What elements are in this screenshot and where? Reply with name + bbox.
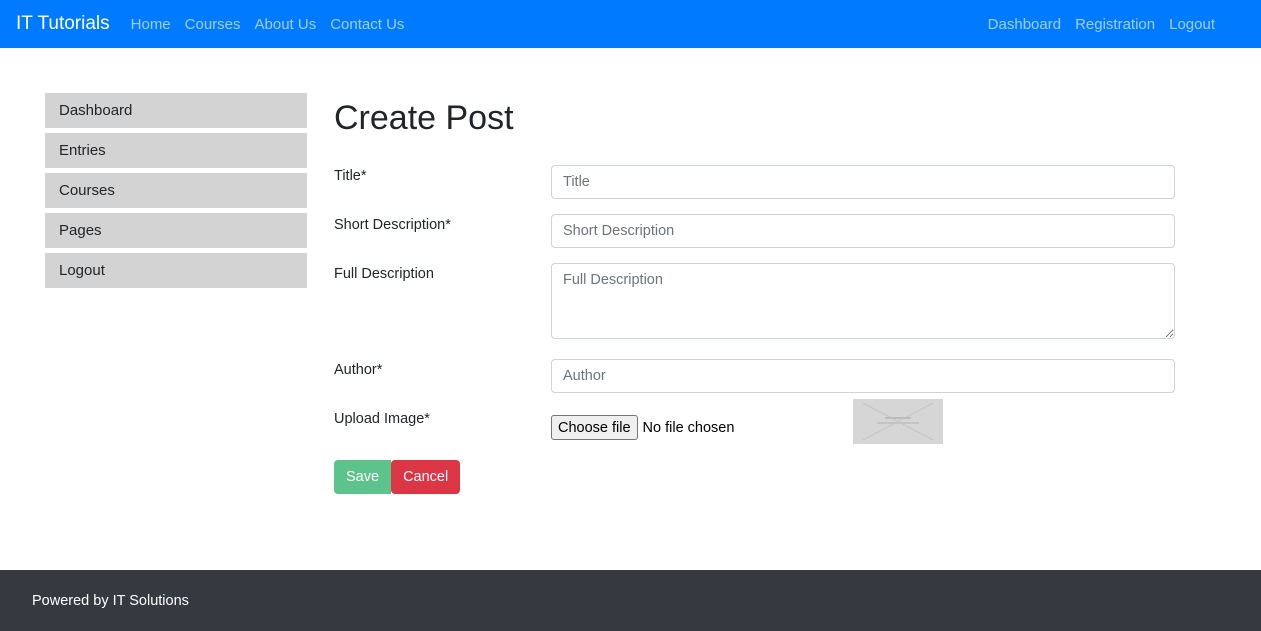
author-label: Author* [334, 362, 383, 378]
page-title: Create Post [334, 99, 514, 137]
file-status-text: No file chosen [642, 419, 735, 436]
sidebar-item-entries[interactable]: Entries [45, 133, 307, 168]
full-description-row: Full Description [334, 263, 1175, 344]
nav-link-registration[interactable]: Registration [1068, 16, 1162, 33]
nav-link-about-us[interactable]: About Us [248, 16, 324, 33]
author-input[interactable] [551, 359, 1175, 393]
author-control [551, 359, 1175, 393]
upload-image-label: Upload Image* [334, 411, 430, 427]
sidebar: Dashboard Entries Courses Pages Logout [45, 93, 307, 293]
top-navbar: IT Tutorials Home Courses About Us Conta… [0, 0, 1261, 48]
create-post-form: Create Post Title* Short Description* Fu… [334, 93, 1175, 494]
nav-link-contact-us[interactable]: Contact Us [323, 16, 411, 33]
file-picker: Choose file No file chosen [551, 399, 1175, 444]
footer: Powered by IT Solutions [0, 570, 1261, 631]
author-row: Author* [334, 359, 1175, 393]
nav-link-courses[interactable]: Courses [178, 16, 248, 33]
sidebar-item-logout[interactable]: Logout [45, 253, 307, 288]
nav-link-dashboard[interactable]: Dashboard [981, 16, 1068, 33]
nav-left-links: Home Courses About Us Contact Us [124, 16, 412, 33]
title-row: Title* [334, 165, 1175, 199]
form-actions: Save Cancel [334, 460, 1175, 494]
nav-right-links: Dashboard Registration Logout [981, 16, 1222, 33]
choose-file-button[interactable]: Choose file [551, 415, 638, 440]
title-control [551, 165, 1175, 199]
sidebar-item-pages[interactable]: Pages [45, 213, 307, 248]
short-description-row: Short Description* [334, 214, 1175, 248]
short-description-input[interactable] [551, 214, 1175, 248]
image-preview-placeholder [852, 399, 943, 444]
full-description-control [551, 263, 1175, 344]
short-description-control [551, 214, 1175, 248]
full-description-textarea[interactable] [551, 263, 1175, 339]
upload-image-row: Upload Image* Choose file No file chosen [334, 399, 1175, 444]
nav-link-home[interactable]: Home [124, 16, 178, 33]
broken-image-icon [862, 402, 933, 441]
full-description-label: Full Description [334, 266, 434, 282]
brand-link[interactable]: IT Tutorials [16, 13, 110, 35]
footer-text: Powered by IT Solutions [32, 592, 189, 609]
sidebar-item-courses[interactable]: Courses [45, 173, 307, 208]
short-description-label: Short Description* [334, 217, 451, 233]
cancel-button[interactable]: Cancel [391, 460, 461, 494]
sidebar-item-dashboard[interactable]: Dashboard [45, 93, 307, 128]
nav-link-logout[interactable]: Logout [1162, 16, 1222, 33]
upload-image-control: Choose file No file chosen [551, 399, 1175, 444]
title-label: Title* [334, 168, 367, 184]
save-button[interactable]: Save [334, 460, 392, 494]
title-input[interactable] [551, 165, 1175, 199]
